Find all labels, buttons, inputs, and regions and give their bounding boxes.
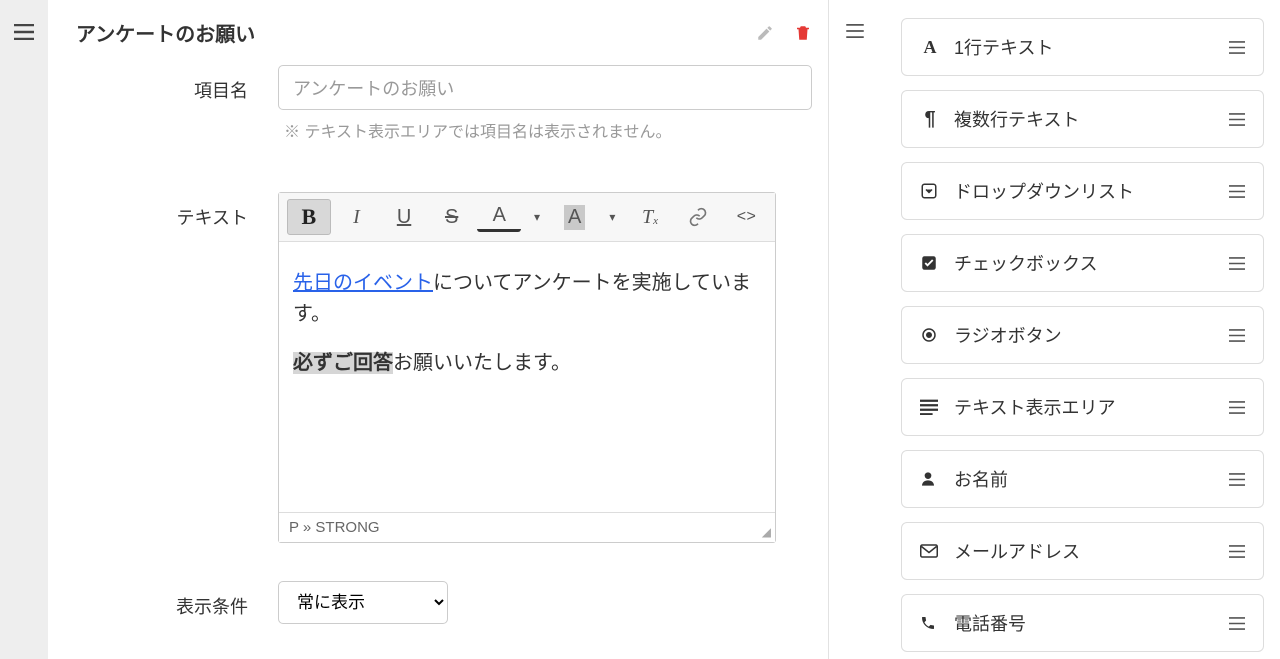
underline-button[interactable]: U xyxy=(382,199,426,235)
rte-link[interactable]: 先日のイベント xyxy=(293,272,433,294)
text-label: テキスト xyxy=(48,192,278,543)
edit-icon[interactable] xyxy=(756,24,774,42)
rich-text-editor: B I U S A ▾ A ▾ Tx < > xyxy=(278,192,776,543)
item-name-help: ※ テキスト表示エリアでは項目名は表示されません。 xyxy=(278,118,812,142)
palette-item-person[interactable]: お名前 xyxy=(901,450,1264,508)
palette-item-checkbox[interactable]: チェックボックス xyxy=(901,234,1264,292)
drag-handle-icon[interactable] xyxy=(1229,329,1245,342)
drag-handle-icon[interactable] xyxy=(1229,473,1245,486)
font-icon: A xyxy=(920,37,940,58)
person-icon xyxy=(920,470,940,488)
drag-handle-icon[interactable] xyxy=(1229,545,1245,558)
drag-handle-icon[interactable] xyxy=(1229,185,1245,198)
rte-resize-handle[interactable]: ◢ xyxy=(762,525,771,539)
delete-icon[interactable] xyxy=(794,23,812,43)
section-title: アンケートのお願い xyxy=(76,18,255,47)
palette-item-radio[interactable]: ラジオボタン xyxy=(901,306,1264,364)
textarea-icon xyxy=(920,399,940,415)
palette-item-font[interactable]: A 1行テキスト xyxy=(901,18,1264,76)
display-condition-select[interactable]: 常に表示 xyxy=(278,581,448,624)
display-condition-label: 表示条件 xyxy=(48,581,278,624)
palette-label: 電話番号 xyxy=(954,610,1026,636)
link-button[interactable] xyxy=(676,199,720,235)
drag-handle-icon[interactable] xyxy=(1229,41,1245,54)
text-color-button[interactable]: A xyxy=(477,202,521,232)
rte-toolbar: B I U S A ▾ A ▾ Tx < > xyxy=(279,193,775,242)
palette-label: ドロップダウンリスト xyxy=(954,178,1134,204)
bg-color-dropdown[interactable]: ▾ xyxy=(600,199,624,235)
left-menu-toggle[interactable] xyxy=(14,24,34,659)
palette-label: チェックボックス xyxy=(954,250,1097,276)
palette-label: お名前 xyxy=(954,466,1008,492)
palette-label: ラジオボタン xyxy=(954,322,1062,348)
palette-item-mail[interactable]: メールアドレス xyxy=(901,522,1264,580)
palette-label: テキスト表示エリア xyxy=(954,394,1115,420)
dropdown-icon xyxy=(920,182,940,200)
italic-button[interactable]: I xyxy=(335,199,379,235)
text-color-dropdown[interactable]: ▾ xyxy=(525,199,549,235)
rte-content[interactable]: 先日のイベントについてアンケートを実施しています。 必ずご回答お願いいたします。 xyxy=(279,242,775,512)
bg-color-button[interactable]: A xyxy=(553,199,597,235)
item-name-label: 項目名 xyxy=(48,65,278,142)
palette-label: 複数行テキスト xyxy=(954,106,1079,132)
phone-icon xyxy=(920,615,940,631)
checkbox-icon xyxy=(920,254,940,272)
source-button[interactable]: < > xyxy=(723,199,767,235)
palette-item-phone[interactable]: 電話番号 xyxy=(901,594,1264,652)
radio-icon xyxy=(920,326,940,344)
bold-button[interactable]: B xyxy=(287,199,331,235)
clear-format-button[interactable]: Tx xyxy=(628,199,672,235)
palette-item-paragraph[interactable]: ¶ 複数行テキスト xyxy=(901,90,1264,148)
drag-handle-icon[interactable] xyxy=(1229,401,1245,414)
palette-label: 1行テキスト xyxy=(954,34,1053,60)
palette-label: メールアドレス xyxy=(954,538,1080,564)
paragraph-icon: ¶ xyxy=(920,108,940,131)
drag-handle-icon[interactable] xyxy=(1229,257,1245,270)
drag-handle-icon[interactable] xyxy=(1229,617,1245,630)
palette-item-dropdown[interactable]: ドロップダウンリスト xyxy=(901,162,1264,220)
palette-item-textarea[interactable]: テキスト表示エリア xyxy=(901,378,1264,436)
field-palette: A 1行テキスト ¶ 複数行テキストドロップダウンリストチェックボックスラジオボタンテ… xyxy=(881,0,1280,659)
rte-element-path: P » STRONG ◢ xyxy=(279,512,775,542)
strike-button[interactable]: S xyxy=(430,199,474,235)
mail-icon xyxy=(920,544,940,558)
item-name-input[interactable] xyxy=(278,65,812,110)
drag-handle-icon[interactable] xyxy=(1229,113,1245,126)
mid-menu-toggle[interactable] xyxy=(846,24,864,659)
rte-text: お願いいたします。 xyxy=(393,352,571,374)
rte-bold-selected: 必ずご回答 xyxy=(293,352,393,374)
